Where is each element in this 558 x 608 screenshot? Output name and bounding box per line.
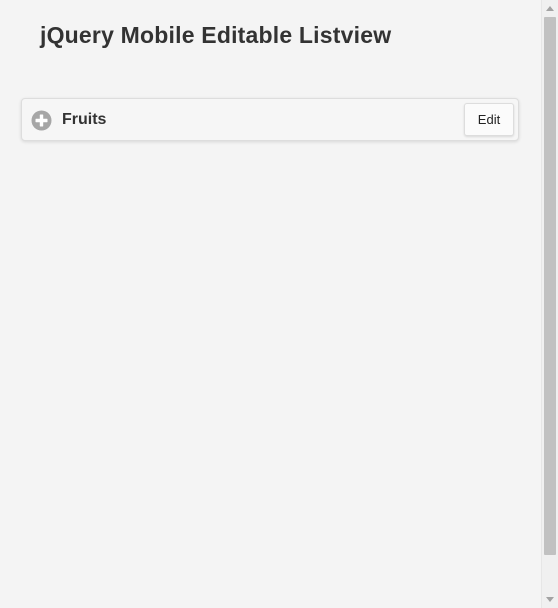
page-title: jQuery Mobile Editable Listview: [40, 22, 392, 48]
vertical-scrollbar[interactable]: [541, 0, 558, 608]
page: jQuery Mobile Editable Listview Fruits E…: [0, 0, 558, 608]
list-item-fruits[interactable]: Fruits Edit: [22, 99, 518, 140]
edit-button[interactable]: Edit: [464, 103, 514, 136]
scrollbar-thumb[interactable]: [544, 17, 556, 555]
plus-circle-icon[interactable]: [31, 110, 52, 131]
list-item-label: Fruits: [62, 111, 107, 128]
scroll-up-arrow-icon[interactable]: [546, 6, 554, 11]
scroll-down-arrow-icon[interactable]: [546, 597, 554, 602]
editable-listview: Fruits Edit: [21, 98, 519, 141]
